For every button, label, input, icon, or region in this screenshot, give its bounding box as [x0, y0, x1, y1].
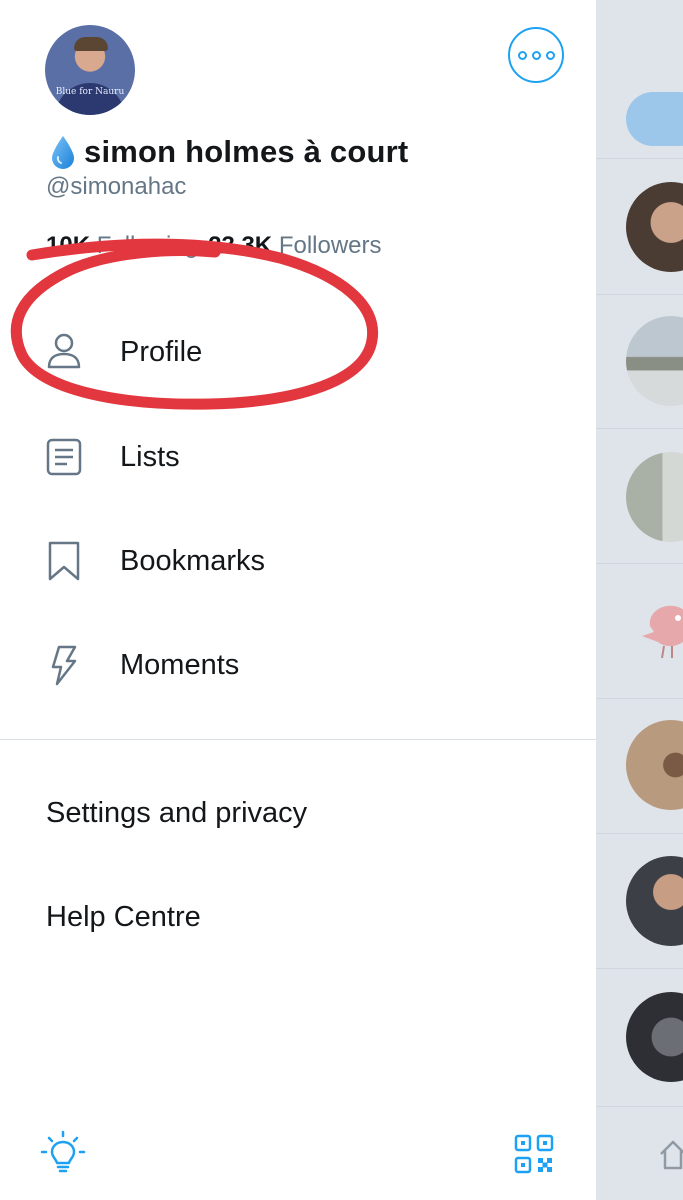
- menu-item-profile[interactable]: Profile: [0, 300, 596, 404]
- following-label: Following: [96, 232, 199, 259]
- following-count: 10K: [46, 232, 91, 259]
- side-drawer: Blue for Nauru simon holmes à court @sim…: [0, 0, 596, 1200]
- avatar-caption: Blue for Nauru: [55, 87, 125, 97]
- dot-icon: [517, 50, 527, 60]
- timeline-avatar: [626, 992, 683, 1082]
- display-name: simon holmes à court: [84, 134, 409, 169]
- timeline-divider: [596, 158, 683, 159]
- menu-item-label: Bookmarks: [120, 544, 266, 577]
- lightning-icon: [44, 645, 84, 686]
- timeline-divider: [596, 698, 683, 699]
- list-icon: [44, 437, 84, 477]
- timeline-avatar: [626, 452, 683, 542]
- lightbulb-icon[interactable]: [40, 1130, 86, 1176]
- avatar[interactable]: Blue for Nauru: [45, 25, 135, 115]
- follow-stats: 10K Following 23.3K Followers: [46, 232, 382, 260]
- menu-item-lists[interactable]: Lists: [0, 405, 596, 509]
- timeline-divider: [596, 428, 683, 429]
- timeline-avatar: [626, 856, 683, 946]
- timeline-avatar: [626, 720, 683, 810]
- dot-icon: [531, 50, 541, 60]
- timeline-divider: [596, 968, 683, 969]
- followers-label: Followers: [278, 232, 382, 259]
- menu-item-label: Moments: [120, 648, 240, 681]
- timeline-avatar: [626, 316, 683, 406]
- menu-item-settings-and-privacy[interactable]: Settings and privacy: [46, 797, 307, 830]
- bookmark-icon: [44, 541, 84, 581]
- timeline-divider: [596, 563, 683, 564]
- timeline-divider: [596, 294, 683, 295]
- display-name-row[interactable]: simon holmes à court: [48, 130, 408, 174]
- menu-item-help-centre[interactable]: Help Centre: [46, 901, 201, 934]
- menu-item-moments[interactable]: Moments: [0, 613, 596, 717]
- home-icon[interactable]: [658, 1138, 683, 1172]
- followers-count: 23.3K: [208, 232, 273, 259]
- timeline-divider: [596, 1106, 683, 1107]
- dimmed-timeline[interactable]: [596, 0, 683, 1200]
- menu-divider: [0, 739, 596, 740]
- dot-icon: [545, 50, 555, 60]
- timeline-avatar: [626, 182, 683, 272]
- person-icon: [44, 332, 84, 372]
- menu-item-label: Profile: [120, 335, 203, 368]
- avatar-hair: [74, 37, 108, 51]
- timeline-pill: [626, 92, 683, 146]
- bird-icon: [642, 605, 683, 659]
- menu-item-label: Lists: [120, 440, 180, 473]
- followers-link[interactable]: 23.3K Followers: [208, 232, 381, 259]
- more-options-button[interactable]: [508, 27, 564, 83]
- user-handle: @simonahac: [46, 173, 187, 200]
- menu-item-bookmarks[interactable]: Bookmarks: [0, 509, 596, 613]
- following-link[interactable]: 10K Following: [46, 232, 198, 259]
- timeline-divider: [596, 833, 683, 834]
- water-drop-icon: [52, 136, 74, 169]
- qr-code-icon[interactable]: [514, 1134, 554, 1174]
